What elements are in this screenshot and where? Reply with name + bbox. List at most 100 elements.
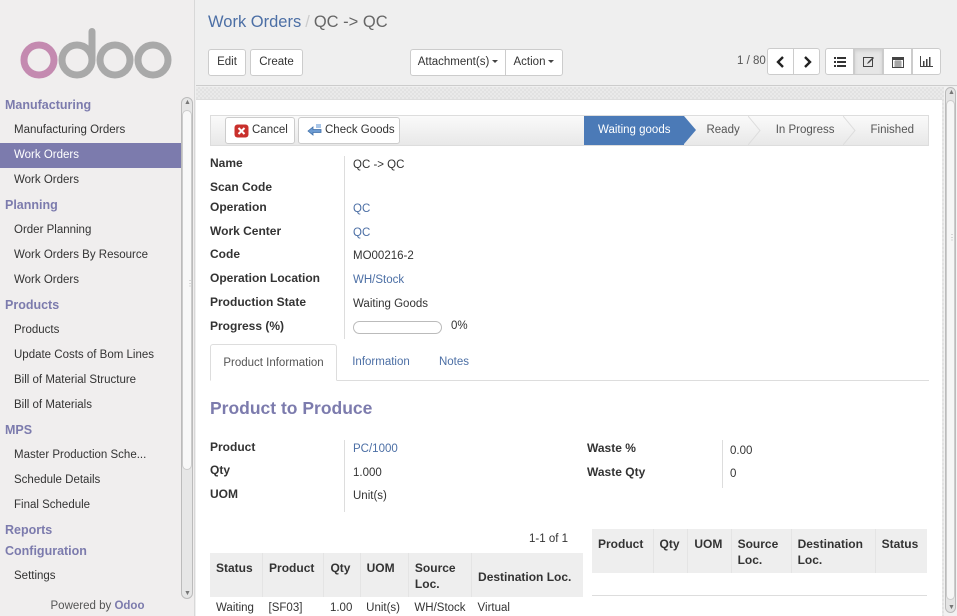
menu-section-reports[interactable]: Reports bbox=[0, 522, 181, 539]
menu-section-configuration[interactable]: Configuration bbox=[0, 539, 181, 564]
moves-table: Status Product Qty UOM Source Loc. Desti… bbox=[210, 553, 583, 616]
menu-section-products[interactable]: Products bbox=[0, 293, 181, 318]
main-scrollbar[interactable]: ▲ ▼ bbox=[944, 87, 957, 616]
sidebar-item-planning-work-orders[interactable]: Work Orders bbox=[0, 268, 181, 293]
state-finished[interactable]: Finished bbox=[849, 116, 928, 145]
col-status[interactable]: Status bbox=[210, 553, 264, 597]
pager-next-button[interactable] bbox=[793, 48, 820, 75]
breadcrumb-work-orders-link[interactable]: Work Orders bbox=[208, 13, 301, 31]
tab-information[interactable]: Information bbox=[342, 344, 420, 381]
menu-section-mps[interactable]: MPS bbox=[0, 418, 181, 443]
sidebar-item-bill-of-materials[interactable]: Bill of Materials bbox=[0, 393, 181, 418]
pager-previous-button[interactable] bbox=[767, 48, 794, 75]
progress-value: 0% bbox=[451, 320, 468, 332]
menu-section-planning[interactable]: Planning bbox=[0, 193, 181, 218]
work-center-label: Work Center bbox=[210, 224, 282, 238]
operation-location-label: Operation Location bbox=[210, 271, 321, 285]
breadcrumb-separator: / bbox=[305, 13, 310, 31]
moves-pager[interactable]: 1-1 of 1 bbox=[529, 533, 568, 545]
col-status[interactable]: Status bbox=[875, 529, 927, 573]
check-goods-button[interactable]: Check Goods bbox=[298, 117, 400, 144]
tab-product-information[interactable]: Product Information bbox=[210, 344, 337, 381]
col-qty[interactable]: Qty bbox=[323, 553, 361, 597]
cancel-label: Cancel bbox=[252, 124, 288, 136]
sidebar-item-work-orders-by-resource[interactable]: Work Orders By Resource bbox=[0, 243, 181, 268]
qty-label: Qty bbox=[210, 463, 231, 477]
sidebar-item-work-orders[interactable]: Work Orders bbox=[0, 168, 181, 193]
main-scroll-track[interactable]: ▲ ▼ bbox=[945, 87, 956, 613]
caret-down-icon bbox=[548, 60, 555, 64]
name-label: Name bbox=[210, 156, 243, 170]
calendar-view-button[interactable] bbox=[883, 48, 912, 75]
product-link[interactable]: PC/1000 bbox=[353, 443, 398, 455]
state-waiting-goods[interactable]: Waiting goods bbox=[584, 116, 697, 145]
action-dropdown[interactable]: Action bbox=[505, 49, 563, 76]
sidebar-item-bom-structure[interactable]: Bill of Material Structure bbox=[0, 368, 181, 393]
col-uom[interactable]: UOM bbox=[687, 529, 732, 573]
form-view-button[interactable] bbox=[854, 48, 883, 75]
state-progress-bar: Waiting goods Ready In Progress Finished bbox=[584, 116, 928, 145]
state-label: In Progress bbox=[775, 124, 835, 136]
powered-by-brand-link[interactable]: Odoo bbox=[114, 600, 144, 612]
operation-link[interactable]: QC bbox=[353, 203, 370, 215]
col-destination-loc[interactable]: Destination Loc. bbox=[791, 529, 876, 573]
col-destination-loc[interactable]: Destination Loc. bbox=[471, 553, 583, 597]
menu-section-manufacturing[interactable]: Manufacturing bbox=[0, 93, 181, 118]
sidebar-scrollbar[interactable]: ▲ ▼ bbox=[181, 97, 193, 599]
field-divider bbox=[722, 440, 723, 488]
col-qty[interactable]: Qty bbox=[653, 529, 689, 573]
cancel-button[interactable]: Cancel bbox=[225, 117, 295, 144]
powered-by-text: Powered by bbox=[50, 600, 112, 612]
edit-button[interactable]: Edit bbox=[208, 49, 246, 76]
graph-view-button[interactable] bbox=[912, 48, 941, 75]
attachments-dropdown[interactable]: Attachment(s) bbox=[410, 49, 506, 76]
moves-table-header: Status Product Qty UOM Source Loc. Desti… bbox=[210, 553, 583, 597]
action-label: Action bbox=[513, 56, 546, 68]
caret-down-icon bbox=[492, 60, 499, 64]
tab-notes[interactable]: Notes bbox=[429, 344, 479, 381]
operation-label: Operation bbox=[210, 200, 267, 214]
scroll-down-arrow-icon[interactable]: ▼ bbox=[948, 604, 955, 611]
powered-by: Powered by Odoo bbox=[0, 600, 195, 612]
product-label: Product bbox=[210, 440, 256, 454]
list-view-button[interactable] bbox=[825, 48, 854, 75]
breadcrumb-current: QC -> QC bbox=[313, 13, 388, 31]
notebook-tabs: Product Information Information Notes bbox=[210, 344, 929, 381]
sidebar-item-master-production-schedule[interactable]: Master Production Sche... bbox=[0, 443, 181, 468]
sidebar-item-manufacturing-orders[interactable]: Manufacturing Orders bbox=[0, 118, 181, 143]
col-uom[interactable]: UOM bbox=[360, 553, 409, 597]
col-product[interactable]: Product bbox=[592, 529, 654, 573]
work-center-link[interactable]: QC bbox=[353, 227, 370, 239]
sidebar-item-work-orders-active[interactable]: Work Orders bbox=[0, 143, 181, 168]
sidebar-item-order-planning[interactable]: Order Planning bbox=[0, 218, 181, 243]
scroll-up-arrow-icon[interactable]: ▲ bbox=[184, 99, 191, 106]
state-in-progress[interactable]: In Progress bbox=[754, 116, 856, 145]
table-row[interactable]: Waiting [SF03] 1.00 Unit(s) WH/Stock Vir… bbox=[210, 597, 583, 616]
code-label: Code bbox=[210, 247, 240, 261]
create-label: Create bbox=[259, 56, 294, 68]
col-product[interactable]: Product bbox=[262, 553, 325, 597]
create-button[interactable]: Create bbox=[250, 49, 303, 76]
form-statusbar: Cancel Check Goods Waiting goods Ready I… bbox=[210, 115, 929, 146]
col-source-loc[interactable]: Source Loc. bbox=[408, 553, 473, 597]
main-scroll-thumb[interactable] bbox=[946, 100, 955, 600]
section-title: Product to Produce bbox=[210, 398, 373, 418]
col-source-loc[interactable]: Source Loc. bbox=[731, 529, 792, 573]
chevron-left-icon bbox=[775, 55, 784, 68]
sidebar-item-schedule-details[interactable]: Schedule Details bbox=[0, 468, 181, 493]
scroll-down-arrow-icon[interactable]: ▼ bbox=[184, 590, 191, 597]
sidebar-item-settings[interactable]: Settings bbox=[0, 564, 181, 589]
cell-source-loc: WH/Stock bbox=[414, 602, 466, 614]
sidebar-scroll-thumb[interactable] bbox=[182, 110, 192, 470]
operation-location-link[interactable]: WH/Stock bbox=[353, 274, 404, 286]
state-label: Ready bbox=[706, 124, 740, 136]
production-state-label: Production State bbox=[210, 295, 307, 309]
scroll-up-arrow-icon[interactable]: ▲ bbox=[948, 89, 955, 96]
sidebar-item-update-costs[interactable]: Update Costs of Bom Lines bbox=[0, 343, 181, 368]
sidebar-item-products[interactable]: Products bbox=[0, 318, 181, 343]
sidebar-resize-grip-icon[interactable]: ⋮ bbox=[186, 280, 194, 288]
sidebar-item-final-schedule[interactable]: Final Schedule bbox=[0, 493, 181, 518]
odoo-logo[interactable] bbox=[20, 22, 172, 82]
pager-value[interactable]: 1 / 80 bbox=[737, 55, 766, 67]
finished-products-table: Product Qty UOM Source Loc. Destination … bbox=[592, 529, 927, 573]
